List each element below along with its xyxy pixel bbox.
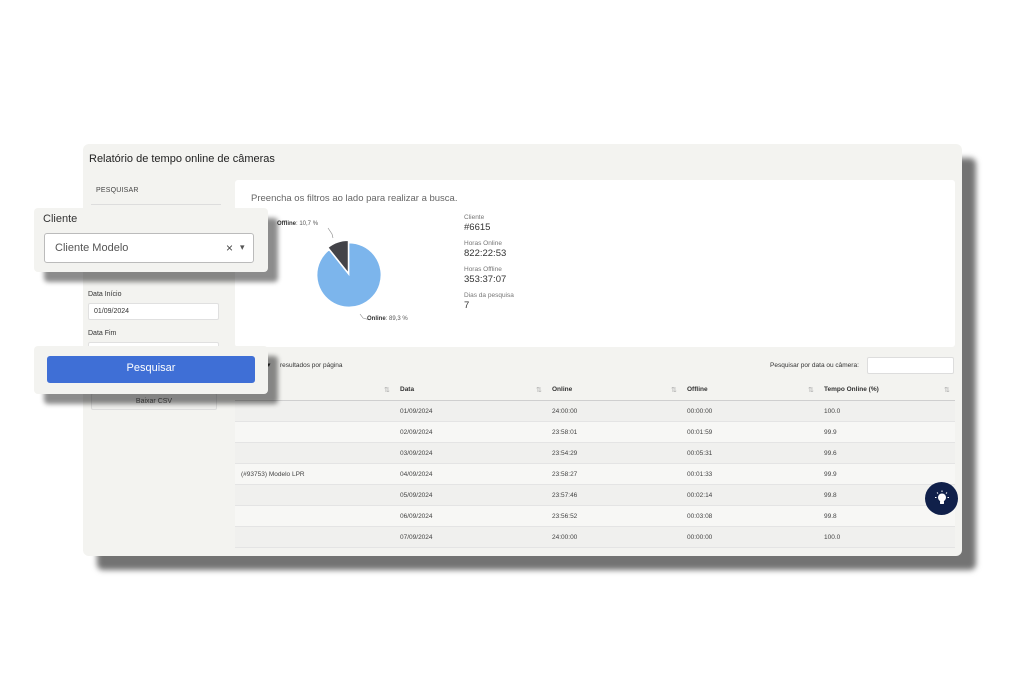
data-fim-label: Data Fim <box>88 330 117 337</box>
table-row: 01/09/2024 24:00:00 00:00:00 100.0 <box>235 401 955 422</box>
table-cell: 00:01:59 <box>687 429 713 436</box>
stat-horas-online-label: Horas Online <box>464 240 502 247</box>
table-cell: 04/09/2024 <box>400 471 433 478</box>
table-cell: 00:02:14 <box>687 492 713 499</box>
table-cell: 100.0 <box>824 534 841 541</box>
summary-panel: Preencha os filtros ao lado para realiza… <box>235 180 955 347</box>
table-cell: 00:01:33 <box>687 471 713 478</box>
table-cell: 03/09/2024 <box>400 450 433 457</box>
table-row: 07/09/2024 24:00:00 00:00:00 100.0 <box>235 527 955 548</box>
table-cell: 23:54:29 <box>552 450 578 457</box>
table-body: 01/09/2024 24:00:00 00:00:00 100.0 02/09/202… <box>235 401 955 548</box>
pie-slice-online[interactable] <box>316 242 382 308</box>
download-csv-button[interactable]: Baixar CSV <box>91 393 217 410</box>
pie-chart: Offline: 10,7 % Online: 89,3 % <box>275 212 435 332</box>
cliente-selected-value: Cliente Modelo <box>55 242 129 254</box>
table-row: 03/09/2024 23:54:29 00:05:31 99.6 <box>235 443 955 464</box>
table-cell: 00:05:31 <box>687 450 713 457</box>
stat-cliente-label: Cliente <box>464 214 485 221</box>
search-card: Pesquisar <box>34 346 268 394</box>
table-row: 02/09/2024 23:58:01 00:01:59 99.9 <box>235 422 955 443</box>
table-cell: 05/09/2024 <box>400 492 433 499</box>
stat-dias-value: 7 <box>464 300 470 311</box>
table-cell: 02/09/2024 <box>400 429 433 436</box>
table-search-label: Pesquisar por data ou câmera: <box>770 362 859 369</box>
table-cell: 99.9 <box>824 471 837 478</box>
cliente-filter-card: Cliente Cliente Modelo × ▾ <box>34 208 268 272</box>
table-cell: 00:03:08 <box>687 513 713 520</box>
stat-dias-label: Dias da pesquisa <box>464 292 514 299</box>
table-cell: 00:00:00 <box>687 408 713 415</box>
table-cell: 100.0 <box>824 408 841 415</box>
lightbulb-icon <box>934 490 949 504</box>
stage: Relatório de tempo online de câmeras PES… <box>0 0 1024 696</box>
chevron-down-icon[interactable]: ▾ <box>240 242 245 253</box>
table-cell: 06/09/2024 <box>400 513 433 520</box>
help-button[interactable] <box>925 482 958 515</box>
column-header-tempo-online[interactable]: Tempo Online (%) <box>824 386 879 393</box>
column-header-online[interactable]: Online <box>552 386 572 393</box>
page-title: Relatório de tempo online de câmeras <box>89 153 275 165</box>
table-row: 05/09/2024 23:57:46 00:02:14 99.8 <box>235 485 955 506</box>
stat-horas-offline-label: Horas Offline <box>464 266 502 273</box>
results-table: ⇅ Data ⇅ Online ⇅ Offline ⇅ Tempo Online… <box>235 380 955 548</box>
clear-icon[interactable]: × <box>226 241 233 255</box>
offline-data-label: Offline: 10,7 % <box>277 221 319 227</box>
sort-icon[interactable]: ⇅ <box>671 386 677 394</box>
offline-connector <box>327 227 334 239</box>
sidebar-divider <box>91 204 221 205</box>
online-data-label: Online: 89,3 % <box>367 316 408 322</box>
stat-cliente-value: #6615 <box>464 222 491 233</box>
table-cell: 23:57:46 <box>552 492 578 499</box>
stat-horas-offline-value: 353:37:07 <box>464 274 507 285</box>
table-cell: 23:58:01 <box>552 429 578 436</box>
column-header-offline[interactable]: Offline <box>687 386 708 393</box>
table-cell: 99.8 <box>824 513 837 520</box>
sort-icon[interactable]: ⇅ <box>536 386 542 394</box>
cliente-label: Cliente <box>43 213 78 225</box>
table-cell: 24:00:00 <box>552 408 578 415</box>
pie-svg <box>316 227 382 321</box>
camera-cell: (#93753) Modelo LPR <box>241 471 305 478</box>
sort-icon[interactable]: ⇅ <box>384 386 390 394</box>
table-cell: 23:56:52 <box>552 513 578 520</box>
table-cell: 99.8 <box>824 492 837 499</box>
data-inicio-input[interactable]: 01/09/2024 <box>88 303 219 320</box>
table-row: 04/09/2024 23:58:27 00:01:33 99.9 <box>235 464 955 485</box>
search-button[interactable]: Pesquisar <box>47 356 255 383</box>
cliente-select[interactable]: Cliente Modelo × ▾ <box>44 233 254 263</box>
table-cell: 07/09/2024 <box>400 534 433 541</box>
sidebar-search-heading: PESQUISAR <box>96 187 139 194</box>
table-cell: 99.9 <box>824 429 837 436</box>
table-cell: 01/09/2024 <box>400 408 433 415</box>
table-cell: 99.6 <box>824 450 837 457</box>
table-row: 06/09/2024 23:56:52 00:03:08 99.8 <box>235 506 955 527</box>
table-cell: 23:58:27 <box>552 471 578 478</box>
search-hint: Preencha os filtros ao lado para realiza… <box>251 193 458 204</box>
sort-icon[interactable]: ⇅ <box>808 386 814 394</box>
column-header-data[interactable]: Data <box>400 386 414 393</box>
table-cell: 00:00:00 <box>687 534 713 541</box>
table-header: ⇅ Data ⇅ Online ⇅ Offline ⇅ Tempo Online… <box>235 380 955 401</box>
data-inicio-label: Data Início <box>88 291 122 298</box>
stat-horas-online-value: 822:22:53 <box>464 248 507 259</box>
sort-icon[interactable]: ⇅ <box>944 386 950 394</box>
table-search-input[interactable] <box>867 357 954 374</box>
summary-stats: Cliente #6615 Horas Online 822:22:53 Hor… <box>464 214 514 318</box>
per-page-label: resultados por página <box>280 362 343 369</box>
table-cell: 24:00:00 <box>552 534 578 541</box>
